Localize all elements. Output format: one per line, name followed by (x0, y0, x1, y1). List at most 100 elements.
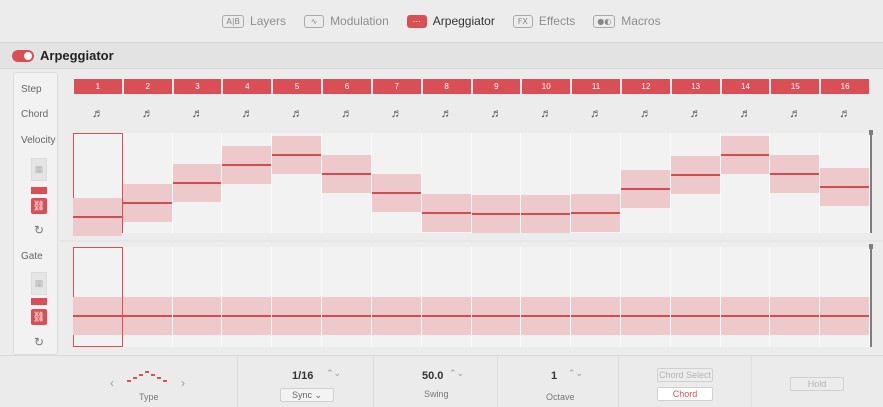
chord-note-icon[interactable]: ♬ (73, 104, 123, 121)
velocity-value-line[interactable] (222, 164, 272, 166)
step-12[interactable]: 12 (621, 79, 670, 94)
velocity-step-8[interactable] (421, 133, 472, 233)
gate-step-6[interactable] (322, 247, 372, 347)
gate-step-13[interactable] (670, 247, 721, 347)
velocity-step-7[interactable] (371, 133, 422, 233)
swing-value[interactable]: 50.0 (422, 370, 443, 382)
step-10[interactable]: 10 (522, 79, 571, 94)
step-9[interactable]: 9 (472, 79, 521, 94)
gate-step-7[interactable] (371, 247, 422, 347)
gate-step-9[interactable] (471, 247, 522, 347)
gate-step-4[interactable] (222, 247, 273, 347)
chord-note-icon[interactable]: ♬ (372, 104, 422, 121)
step-1[interactable]: 1 (74, 79, 122, 94)
velocity-step-3[interactable] (172, 133, 223, 233)
chord-note-icon[interactable]: ♬ (222, 104, 272, 121)
chord-note-icon[interactable]: ♬ (770, 104, 820, 121)
gate-step-16[interactable] (820, 247, 870, 347)
step-11[interactable]: 11 (572, 79, 620, 94)
velocity-value-line[interactable] (670, 174, 720, 176)
gate-value-line[interactable] (322, 315, 371, 317)
velocity-value-line[interactable] (521, 213, 571, 215)
chord-note-icon[interactable]: ♬ (721, 104, 771, 121)
gate-loop-end-handle[interactable] (869, 244, 873, 347)
velocity-step-15[interactable] (770, 133, 821, 233)
tab-effects[interactable]: FX Effects (512, 14, 575, 28)
gate-link-icon[interactable]: ⛓ (31, 309, 47, 325)
gate-grid-icon[interactable]: ▦ (31, 272, 47, 295)
velocity-step-4[interactable] (222, 133, 273, 233)
gate-step-5[interactable] (272, 247, 323, 347)
type-prev-icon[interactable]: ‹ (110, 376, 114, 390)
velocity-value-line[interactable] (322, 173, 371, 175)
chord-note-icon[interactable]: ♬ (571, 104, 621, 121)
velocity-lane[interactable] (73, 130, 873, 236)
velocity-value-line[interactable] (471, 213, 521, 215)
velocity-step-12[interactable] (620, 133, 671, 233)
velocity-step-1[interactable] (73, 133, 123, 236)
velocity-value-line[interactable] (272, 154, 322, 156)
chord-note-icon[interactable]: ♬ (472, 104, 522, 121)
step-13[interactable]: 13 (671, 79, 720, 94)
chord-note-icon[interactable]: ♬ (621, 104, 671, 121)
velocity-step-13[interactable] (670, 133, 721, 233)
sync-dropdown[interactable]: Sync ⌄ (280, 388, 334, 402)
arpeggiator-enable-toggle[interactable] (12, 50, 34, 62)
gate-step-10[interactable] (521, 247, 572, 347)
gate-step-11[interactable] (571, 247, 621, 347)
tab-macros[interactable]: ●◐ Macros (593, 14, 661, 28)
gate-step-8[interactable] (421, 247, 472, 347)
gate-value-line[interactable] (371, 315, 421, 317)
velocity-value-line[interactable] (571, 212, 620, 214)
velocity-randomize-icon[interactable]: ↻ (31, 222, 47, 238)
gate-value-line[interactable] (73, 315, 122, 317)
velocity-value-line[interactable] (421, 212, 471, 214)
tab-modulation[interactable]: ∿ Modulation (304, 14, 389, 28)
tab-layers[interactable]: A|B Layers (222, 14, 286, 28)
velocity-step-6[interactable] (322, 133, 372, 233)
gate-step-15[interactable] (770, 247, 821, 347)
velocity-step-5[interactable] (272, 133, 323, 233)
swing-stepper-icon[interactable]: ⌃⌄ (449, 368, 464, 379)
velocity-value-line[interactable] (770, 173, 820, 175)
velocity-step-2[interactable] (122, 133, 173, 233)
step-3[interactable]: 3 (173, 79, 222, 94)
chord-note-icon[interactable]: ♬ (322, 104, 372, 121)
gate-randomize-icon[interactable]: ↻ (31, 334, 47, 350)
gate-step-2[interactable] (122, 247, 173, 347)
step-15[interactable]: 15 (771, 79, 820, 94)
velocity-value-line[interactable] (122, 202, 172, 204)
velocity-value-line[interactable] (73, 216, 122, 218)
velocity-value-line[interactable] (820, 186, 869, 188)
gate-value-line[interactable] (521, 315, 571, 317)
gate-lane[interactable] (73, 244, 873, 347)
gate-value-line[interactable] (421, 315, 471, 317)
chord-button[interactable]: Chord (657, 387, 713, 401)
chord-note-icon[interactable]: ♬ (521, 104, 571, 121)
step-6[interactable]: 6 (323, 79, 371, 94)
step-2[interactable]: 2 (123, 79, 172, 94)
gate-step-1[interactable] (73, 247, 123, 347)
velocity-value-line[interactable] (720, 154, 770, 156)
gate-value-line[interactable] (172, 315, 222, 317)
velocity-step-14[interactable] (720, 133, 771, 233)
step-5[interactable]: 5 (273, 79, 322, 94)
octave-value[interactable]: 1 (551, 370, 557, 382)
gate-step-14[interactable] (720, 247, 771, 347)
step-4[interactable]: 4 (223, 79, 272, 94)
velocity-loop-end-handle[interactable] (869, 130, 873, 233)
rate-stepper-icon[interactable]: ⌃⌄ (326, 368, 341, 379)
gate-value-line[interactable] (620, 315, 670, 317)
velocity-step-9[interactable] (471, 133, 522, 233)
octave-stepper-icon[interactable]: ⌃⌄ (568, 368, 583, 379)
step-16[interactable]: 16 (821, 79, 869, 94)
gate-step-12[interactable] (620, 247, 671, 347)
velocity-value-line[interactable] (172, 182, 222, 184)
chord-note-icon[interactable]: ♬ (123, 104, 173, 121)
velocity-step-10[interactable] (521, 133, 572, 233)
gate-value-line[interactable] (122, 315, 172, 317)
step-7[interactable]: 7 (372, 79, 421, 94)
velocity-value-line[interactable] (620, 188, 670, 190)
gate-value-line[interactable] (820, 315, 869, 317)
chord-note-icon[interactable]: ♬ (820, 104, 870, 121)
